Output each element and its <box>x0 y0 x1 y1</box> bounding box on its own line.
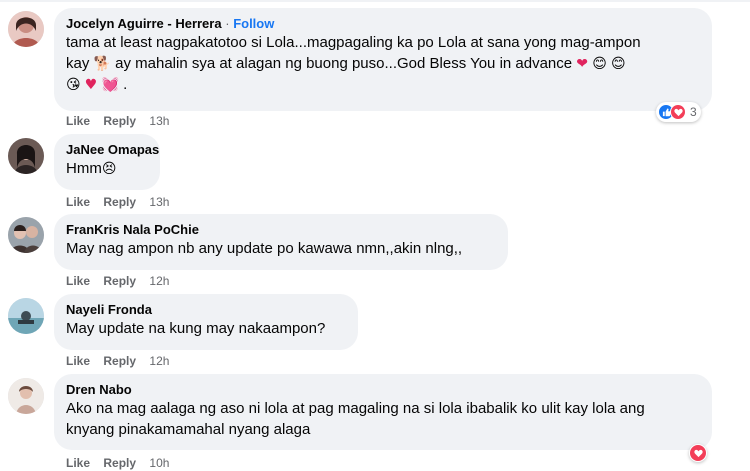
reaction-count: 3 <box>690 105 697 119</box>
love-icon <box>690 445 706 461</box>
comment-line: tama at least nagpakatotoo si Lola...mag… <box>66 34 641 51</box>
like-button[interactable]: Like <box>66 456 90 470</box>
avatar[interactable] <box>8 11 44 47</box>
author-name[interactable]: Jocelyn Aguirre - Herrera <box>66 16 222 31</box>
reply-button[interactable]: Reply <box>103 274 136 288</box>
comment-line: knyang pinakamamahal nyang alaga <box>66 421 311 438</box>
heart-mend-emoji-icon: ❤ <box>576 56 589 72</box>
comment-line: 😘 ♥ 💓 . <box>66 74 700 95</box>
comment-text: May update na kung may nakaampon? <box>66 320 326 337</box>
smile-emoji-icon: 😊 <box>610 56 626 72</box>
kiss-emoji-icon: 😘 <box>66 77 81 93</box>
author-name[interactable]: FranKris Nala PoChie <box>66 221 496 238</box>
love-icon <box>670 104 686 120</box>
persevere-emoji-icon: 😣 <box>101 161 117 177</box>
comment-bubble: JaNee Omapas Hmm😣 <box>54 134 160 190</box>
comment-line: kay 🐕 ay mahalin sya at alagan ng buong … <box>66 53 700 74</box>
ribbon-heart-emoji-icon: 💓 <box>101 77 119 93</box>
reaction-summary[interactable]: 3 <box>656 102 701 122</box>
comment-actions: Like Reply 12h <box>66 273 169 289</box>
text-fragment: . <box>123 76 128 93</box>
comment-bubble: Dren Nabo Ako na mag aalaga ng aso ni lo… <box>54 374 712 450</box>
reaction-summary[interactable] <box>689 444 707 462</box>
comment-actions: Like Reply 13h <box>66 113 169 129</box>
author-name[interactable]: Nayeli Fronda <box>66 301 346 318</box>
author-name[interactable]: Dren Nabo <box>66 381 700 398</box>
heart-emoji-icon: ♥ <box>84 77 98 93</box>
comment-text: Hmm😣 <box>66 158 148 179</box>
smile-emoji-icon: 😊 <box>592 56 607 72</box>
avatar[interactable] <box>8 378 44 414</box>
divider <box>0 0 750 2</box>
avatar[interactable] <box>8 298 44 334</box>
reply-button[interactable]: Reply <box>103 354 136 368</box>
comment-actions: Like Reply 13h <box>66 194 169 210</box>
comment-bubble: Jocelyn Aguirre - Herrera · Follow tama … <box>54 8 712 111</box>
like-button[interactable]: Like <box>66 354 90 368</box>
comment-actions: Like Reply 12h <box>66 353 169 369</box>
avatar[interactable] <box>8 138 44 174</box>
timestamp[interactable]: 12h <box>149 354 169 368</box>
text-fragment: ay mahalin sya at alagan ng buong puso..… <box>115 55 573 72</box>
comment-actions: Like Reply 10h <box>66 455 169 471</box>
reply-button[interactable]: Reply <box>103 114 136 128</box>
follow-link[interactable]: Follow <box>233 16 274 31</box>
like-button[interactable]: Like <box>66 195 90 209</box>
author-name[interactable]: JaNee Omapas <box>66 141 159 158</box>
avatar[interactable] <box>8 217 44 253</box>
comment-bubble: FranKris Nala PoChie May nag ampon nb an… <box>54 214 508 270</box>
separator: · <box>225 16 230 31</box>
text-fragment: kay <box>66 55 90 72</box>
comment-line: Ako na mag aalaga ng aso ni lola at pag … <box>66 400 645 417</box>
like-button[interactable]: Like <box>66 114 90 128</box>
comment-text: Ako na mag aalaga ng aso ni lola at pag … <box>66 398 700 440</box>
comment-bubble: Nayeli Fronda May update na kung may nak… <box>54 294 358 350</box>
dog-emoji-icon: 🐕 <box>93 56 111 72</box>
reply-button[interactable]: Reply <box>103 456 136 470</box>
text-fragment: Hmm <box>66 160 102 177</box>
timestamp[interactable]: 13h <box>149 114 169 128</box>
timestamp[interactable]: 13h <box>149 195 169 209</box>
comment-text: tama at least nagpakatotoo si Lola...mag… <box>66 32 700 95</box>
timestamp[interactable]: 12h <box>149 274 169 288</box>
comment-text: May nag ampon nb any update po kawawa nm… <box>66 240 463 257</box>
like-button[interactable]: Like <box>66 274 90 288</box>
reply-button[interactable]: Reply <box>103 195 136 209</box>
timestamp[interactable]: 10h <box>149 456 169 470</box>
